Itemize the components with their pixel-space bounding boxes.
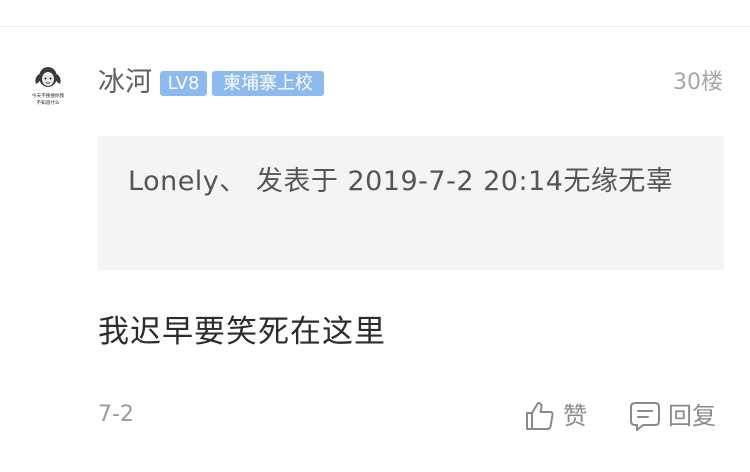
quote-block: Lonely、 发表于 2019-7-2 20:14无缘无辜 (98, 136, 724, 270)
like-label: 赞 (563, 402, 587, 430)
avatar-caption-top: 今天不搜搜你我 (32, 92, 65, 99)
thumbs-up-icon (523, 399, 557, 433)
comment-page: 今天不搜搜你我 不知道什么 冰河 LV8 柬埔寨上校 30楼 Lonely、 发… (0, 0, 750, 472)
username[interactable]: 冰河 (98, 66, 152, 100)
top-divider (0, 26, 750, 27)
comment-body: 我迟早要笑死在这里 (98, 314, 386, 350)
quote-text: Lonely、 发表于 2019-7-2 20:14无缘无辜 (128, 166, 674, 197)
post-date: 7-2 (98, 402, 134, 427)
avatar-meme-icon: 今天不搜搜你我 不知道什么 (23, 60, 73, 110)
avatar-caption-bottom: 不知道什么 (37, 99, 60, 106)
avatar[interactable]: 今天不搜搜你我 不知道什么 (23, 60, 73, 110)
level-badge: LV8 (160, 71, 207, 96)
title-badge: 柬埔寨上校 (212, 71, 324, 96)
floor-number: 30楼 (673, 70, 723, 95)
reply-label: 回复 (668, 402, 716, 430)
speech-bubble-icon (628, 399, 662, 433)
reply-button[interactable]: 回复 (628, 398, 716, 434)
like-button[interactable]: 赞 (523, 398, 587, 434)
